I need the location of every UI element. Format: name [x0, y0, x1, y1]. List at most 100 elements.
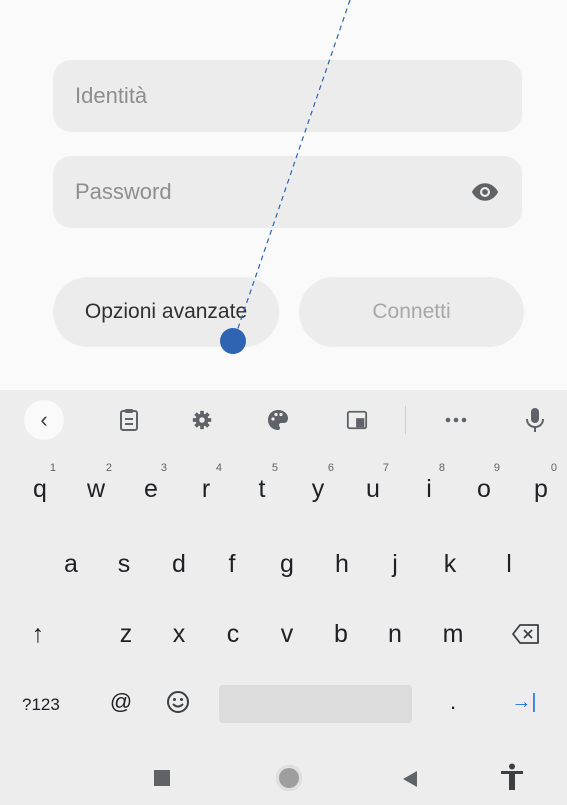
- key-j[interactable]: j: [375, 535, 415, 593]
- key-label: h: [335, 549, 349, 578]
- key-label: g: [280, 549, 294, 578]
- key-label: c: [226, 619, 240, 648]
- period-key-label: .: [449, 689, 457, 714]
- key-label: m: [442, 619, 464, 648]
- key-v[interactable]: v: [267, 605, 307, 663]
- key-u[interactable]: u7: [353, 460, 393, 518]
- key-p[interactable]: p0: [521, 460, 561, 518]
- connect-button[interactable]: Connetti: [299, 277, 524, 347]
- login-form: Identità Password Opzioni avanzate Conne…: [0, 0, 567, 390]
- key-d[interactable]: d: [159, 535, 199, 593]
- key-label: l: [506, 549, 512, 578]
- key-k[interactable]: k: [430, 535, 470, 593]
- key-label: z: [119, 619, 133, 648]
- key-t[interactable]: t5: [242, 460, 282, 518]
- key-a[interactable]: a: [51, 535, 91, 593]
- theme-palette-icon[interactable]: [262, 404, 294, 436]
- key-label: q: [33, 474, 47, 503]
- symbols-key[interactable]: ?123: [22, 695, 60, 715]
- key-label: s: [117, 549, 131, 578]
- key-number-hint: 2: [105, 462, 112, 474]
- identity-field[interactable]: Identità: [53, 60, 522, 132]
- space-bar[interactable]: [219, 685, 412, 723]
- identity-placeholder: Identità: [75, 83, 148, 108]
- key-number-hint: 5: [271, 462, 278, 474]
- home-circle-icon[interactable]: [276, 765, 302, 791]
- tap-pointer: [220, 328, 246, 354]
- key-q[interactable]: q1: [20, 460, 60, 518]
- key-s[interactable]: s: [104, 535, 144, 593]
- key-label: w: [86, 474, 106, 503]
- key-number-hint: 0: [550, 462, 557, 474]
- screenshot-crop-icon[interactable]: [341, 404, 373, 436]
- key-label: j: [392, 549, 398, 578]
- key-c[interactable]: c: [213, 605, 253, 663]
- settings-gear-icon[interactable]: [186, 404, 218, 436]
- key-label: p: [534, 474, 548, 503]
- key-label: b: [334, 619, 348, 648]
- key-g[interactable]: g: [267, 535, 307, 593]
- system-navbar: [0, 752, 567, 805]
- tab-icon: →|: [511, 690, 537, 713]
- password-placeholder: Password: [75, 179, 172, 204]
- at-key-label: @: [109, 689, 133, 714]
- key-f[interactable]: f: [212, 535, 252, 593]
- key-number-hint: 8: [438, 462, 445, 474]
- key-m[interactable]: m: [433, 605, 473, 663]
- key-z[interactable]: z: [106, 605, 146, 663]
- microphone-icon[interactable]: [519, 404, 551, 436]
- key-number-hint: 9: [493, 462, 500, 474]
- key-number-hint: 7: [382, 462, 389, 474]
- key-label: t: [258, 474, 266, 503]
- key-label: n: [388, 619, 402, 648]
- back-triangle-icon[interactable]: [402, 770, 418, 788]
- key-label: d: [172, 549, 186, 578]
- recents-square-icon[interactable]: [154, 770, 170, 786]
- keyboard-toolbar: ‹: [0, 390, 567, 450]
- more-options-icon[interactable]: [440, 404, 472, 436]
- password-field[interactable]: Password: [53, 156, 522, 228]
- key-x[interactable]: x: [159, 605, 199, 663]
- key-row-1: q1 w2 e3 r4 t5 y6 u7 i8 o9 p0: [0, 460, 567, 518]
- key-number-hint: 6: [327, 462, 334, 474]
- key-number-hint: 3: [160, 462, 167, 474]
- key-r[interactable]: r4: [186, 460, 226, 518]
- accessibility-icon[interactable]: [500, 763, 524, 791]
- clipboard-icon[interactable]: [113, 404, 145, 436]
- key-label: e: [144, 474, 158, 503]
- emoji-icon: [167, 691, 189, 713]
- key-label: a: [64, 549, 78, 578]
- key-w[interactable]: w2: [76, 460, 116, 518]
- period-key[interactable]: .: [433, 673, 473, 731]
- key-n[interactable]: n: [375, 605, 415, 663]
- key-number-hint: 4: [215, 462, 222, 474]
- connect-label: Connetti: [372, 300, 451, 323]
- collapse-back-icon[interactable]: ‹: [24, 400, 64, 440]
- key-b[interactable]: b: [321, 605, 361, 663]
- key-h[interactable]: h: [322, 535, 362, 593]
- key-o[interactable]: o9: [464, 460, 504, 518]
- key-label: x: [172, 619, 186, 648]
- key-l[interactable]: l: [489, 535, 529, 593]
- key-label: i: [426, 474, 432, 503]
- key-label: v: [280, 619, 294, 648]
- key-label: o: [477, 474, 491, 503]
- keyboard: ‹ q1w2e3r4t5y6u7i8o9p0 asdfghjkl ↑ zxcvb…: [0, 390, 567, 805]
- key-i[interactable]: i8: [409, 460, 449, 518]
- key-label: u: [366, 474, 380, 503]
- key-row-3: ↑ z x c v b n m: [0, 605, 567, 663]
- show-password-eye-icon[interactable]: [470, 177, 500, 207]
- key-label: r: [201, 474, 211, 503]
- backspace-icon: [512, 624, 539, 644]
- emoji-key[interactable]: [158, 673, 198, 731]
- toolbar-divider: [405, 406, 406, 434]
- shift-key[interactable]: ↑: [18, 605, 58, 663]
- tab-key[interactable]: →|: [500, 673, 548, 731]
- shift-icon: ↑: [31, 619, 45, 648]
- key-label: k: [443, 549, 457, 578]
- key-e[interactable]: e3: [131, 460, 171, 518]
- backspace-key[interactable]: [506, 605, 546, 663]
- key-label: y: [311, 474, 325, 503]
- at-key[interactable]: @: [101, 673, 141, 731]
- key-y[interactable]: y6: [298, 460, 338, 518]
